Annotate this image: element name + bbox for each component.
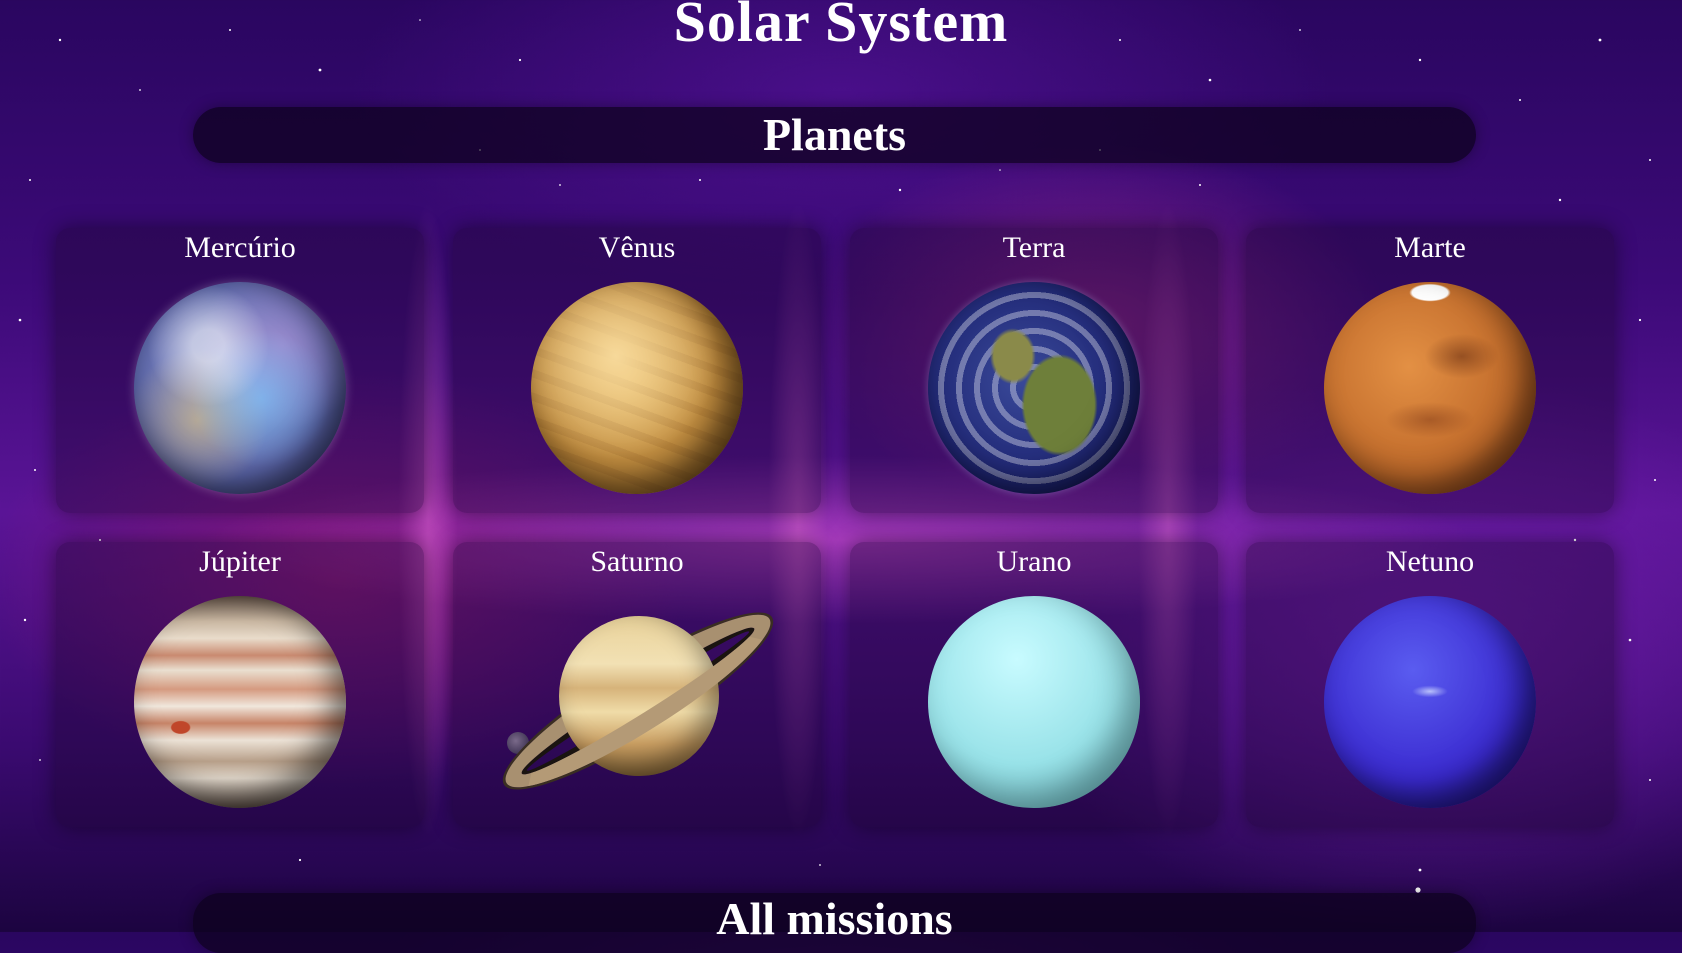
uranus-planet-image[interactable] [928,596,1140,808]
planet-name: Urano [996,545,1072,578]
saturn-planet-image[interactable] [477,582,797,812]
missions-heading: All missions [716,893,953,944]
planet-card-saturno[interactable]: Saturno [453,542,821,827]
missions-section-header: All missions [193,893,1476,953]
planet-name: Júpiter [199,545,281,578]
planet-name: Marte [1394,231,1466,264]
planet-name: Netuno [1385,545,1475,578]
planet-card-venus[interactable]: Vênus [453,228,821,513]
planet-card-terra[interactable]: Terra [850,228,1218,513]
mars-planet-image[interactable] [1324,282,1536,494]
planet-card-jupiter[interactable]: Júpiter [56,542,424,827]
jupiter-planet-image[interactable] [134,596,346,808]
mercury-planet-image[interactable] [134,282,346,494]
page-title: Solar System [673,0,1009,54]
planets-heading: Planets [762,109,907,160]
planet-card-mercurio[interactable]: Mercúrio [56,228,424,513]
planet-card-marte[interactable]: Marte [1246,228,1614,513]
planet-name: Mercúrio [184,231,296,264]
planet-card-urano[interactable]: Urano [850,542,1218,827]
planet-name: Saturno [590,545,684,578]
planets-section-header: Planets [193,107,1476,163]
planet-name: Vênus [598,231,676,264]
planet-name: Terra [1002,231,1066,264]
venus-planet-image[interactable] [531,282,743,494]
planet-card-netuno[interactable]: Netuno [1246,542,1614,827]
planet-grid: Mercúrio Vênus Terra Marte Júpiter Satur… [56,228,1616,828]
neptune-planet-image[interactable] [1324,596,1536,808]
earth-planet-image[interactable] [928,282,1140,494]
